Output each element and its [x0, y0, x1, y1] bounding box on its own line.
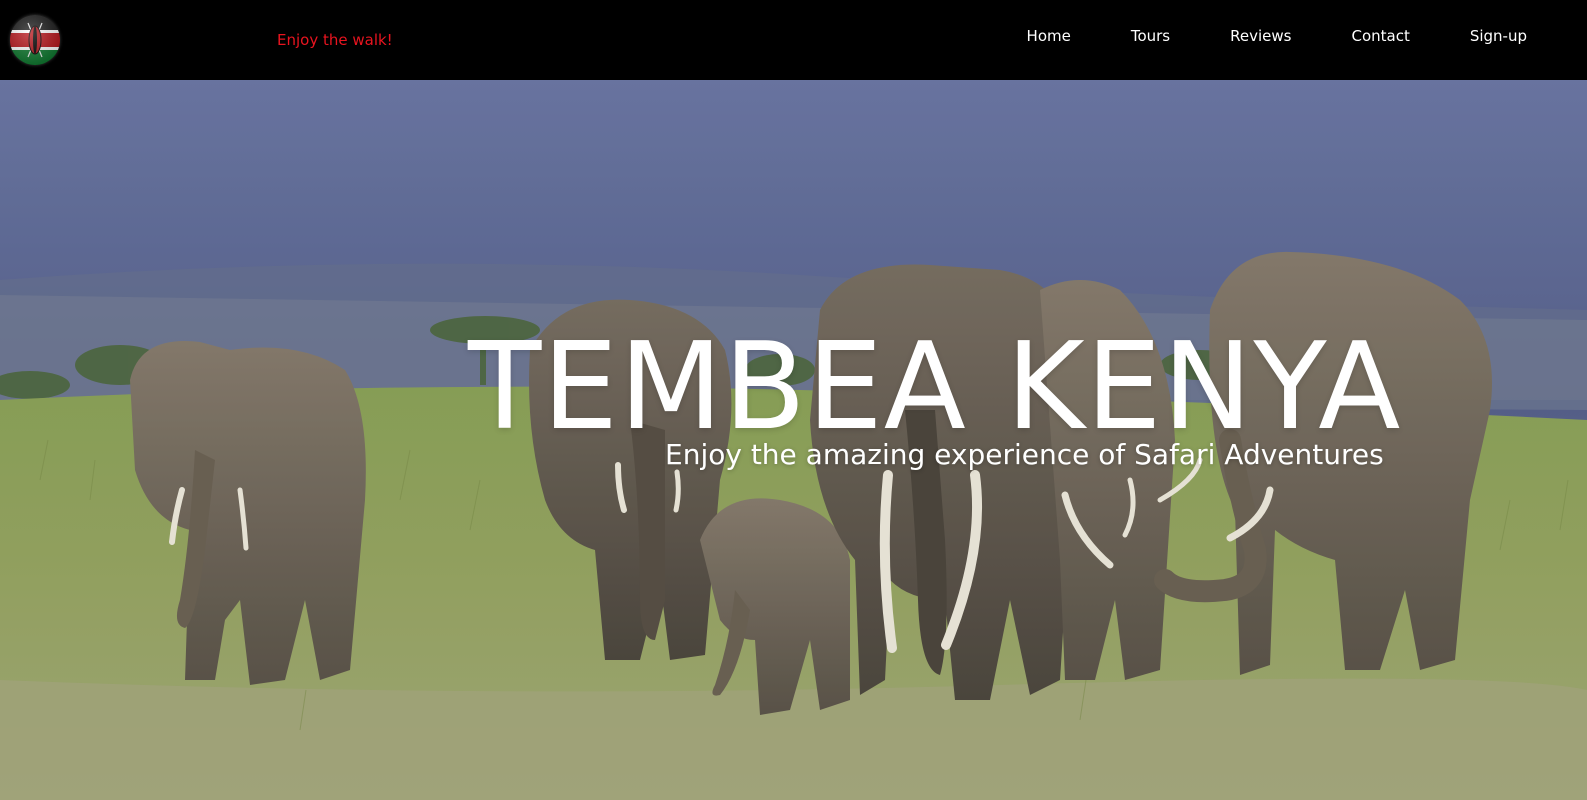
nav-link-tours[interactable]: Tours [1131, 27, 1170, 45]
nav-link-reviews[interactable]: Reviews [1230, 27, 1291, 45]
kenya-flag-logo-icon[interactable] [10, 15, 60, 65]
tagline: Enjoy the walk! [277, 31, 393, 49]
hero-section: TEMBEA KENYA Enjoy the amazing experienc… [0, 80, 1587, 800]
navbar: Enjoy the walk! Home Tours Reviews Conta… [0, 0, 1587, 80]
nav-link-sign-up[interactable]: Sign-up [1470, 27, 1527, 45]
hero-subtitle: Enjoy the amazing experience of Safari A… [665, 438, 1384, 471]
nav-link-contact[interactable]: Contact [1351, 27, 1409, 45]
nav-link-home[interactable]: Home [1027, 27, 1071, 45]
hero-title: TEMBEA KENYA [468, 318, 1402, 457]
main-nav: Home Tours Reviews Contact Sign-up [1027, 27, 1527, 45]
